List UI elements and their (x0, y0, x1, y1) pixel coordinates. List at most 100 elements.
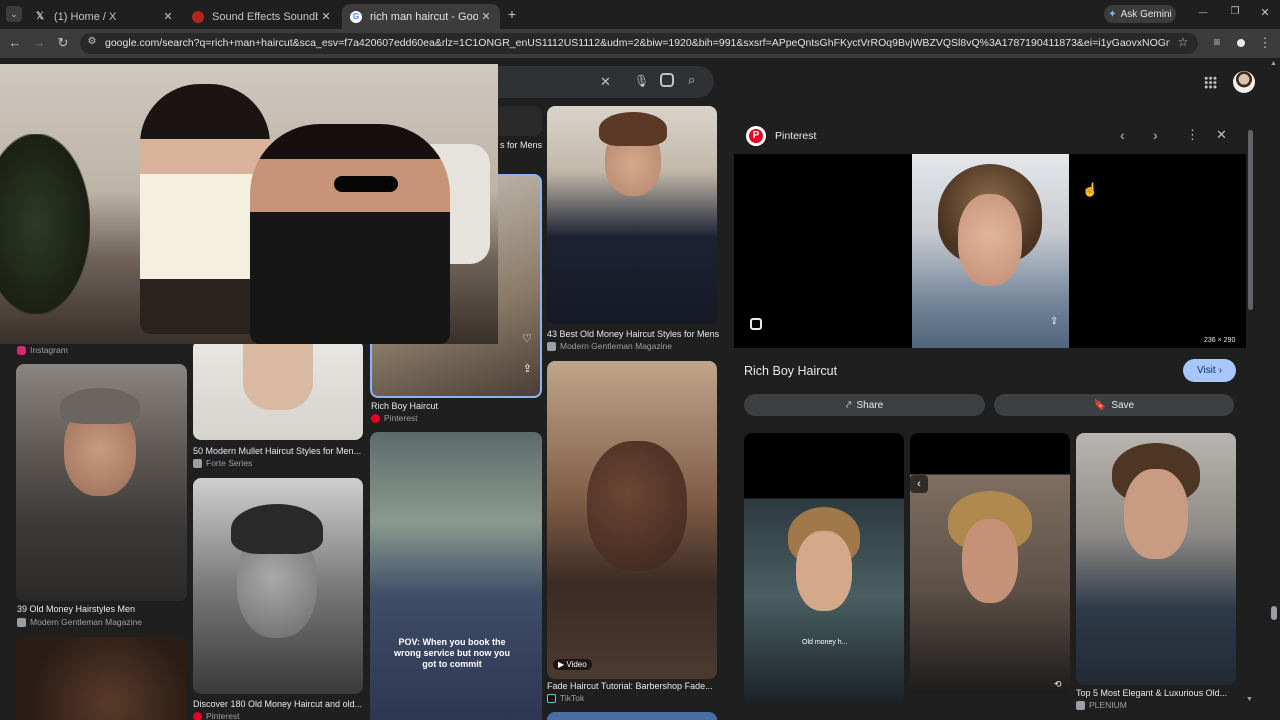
source-label: Modern Gentleman Magazine (560, 341, 672, 351)
result-source[interactable]: Modern Gentleman Magazine (547, 341, 672, 351)
result-caption[interactable]: 50 Modern Mullet Haircut Styles for Men.… (193, 446, 363, 456)
account-avatar[interactable] (1233, 71, 1255, 93)
save-label: Save (1111, 399, 1135, 411)
portrait-neck (243, 340, 313, 410)
instagram-icon (17, 345, 26, 355)
tiktok-icon (547, 693, 556, 703)
next-image-icon[interactable]: › (1153, 127, 1158, 143)
bookmark-star-icon[interactable]: ☆ (1176, 35, 1190, 49)
result-image-old-money-mens[interactable] (547, 106, 717, 324)
tab-close-icon[interactable]: ✕ (160, 10, 176, 23)
source-label: Pinterest (384, 413, 418, 423)
pinterest-icon (371, 413, 380, 423)
plenium-icon (1076, 700, 1085, 710)
result-image-curly-hair[interactable] (16, 637, 187, 720)
profile-avatar[interactable] (1234, 36, 1248, 50)
portrait-hair (60, 388, 140, 424)
result-partial-caption[interactable]: s for Mens (500, 140, 542, 150)
chevron-right-icon: › (1218, 365, 1223, 376)
mouse-cursor-icon: ☝ (1082, 182, 1099, 197)
result-source[interactable]: Instagram (17, 345, 68, 355)
site-info-icon[interactable]: ⚙ (86, 36, 98, 47)
result-image-bw-crop[interactable] (193, 478, 363, 694)
panel-scrollbar-thumb[interactable] (1248, 130, 1253, 310)
tab-search-button[interactable]: ⌄ (6, 6, 22, 22)
save-pin-icon[interactable]: ♡ (522, 332, 532, 345)
forward-icon[interactable]: → (32, 35, 46, 50)
related-source[interactable]: PLENIUM (1076, 700, 1127, 710)
restore-button[interactable]: ❐ (1224, 6, 1246, 17)
url-text[interactable]: google.com/search?q=rich+man+haircut&sca… (105, 37, 1170, 49)
share-button[interactable]: ⤤ Share (744, 394, 985, 416)
more-options-icon[interactable]: ⋮ (1186, 127, 1199, 143)
tab-soundboard[interactable]: Sound Effects Soundboard - Ca ✕ (184, 4, 340, 29)
voice-search-icon[interactable]: 🎙 (634, 74, 649, 88)
video-badge-label: Video (566, 660, 587, 669)
more-menu-icon[interactable]: ⋮ (1258, 35, 1272, 51)
preview-image[interactable]: ⇪ (912, 154, 1069, 348)
back-icon[interactable]: ← (8, 35, 22, 50)
webcam-sunglasses (334, 176, 398, 192)
result-image-mullet[interactable] (193, 340, 363, 440)
result-source[interactable]: Modern Gentleman Magazine (17, 617, 142, 627)
reading-list-icon[interactable]: ≡ (1210, 35, 1224, 49)
share-icon[interactable]: ⇪ (523, 362, 532, 375)
panel-source-label[interactable]: Pinterest (775, 130, 816, 142)
related-image-2[interactable]: ‹ ⟲ (910, 433, 1070, 693)
google-icon: G (350, 10, 362, 23)
result-caption[interactable]: Rich Boy Haircut (371, 401, 438, 411)
carousel-prev-icon[interactable]: ‹ (910, 475, 928, 493)
magazine-icon (547, 341, 556, 351)
preview-title[interactable]: Rich Boy Haircut (744, 364, 837, 378)
portrait-face (962, 519, 1018, 603)
source-label: PLENIUM (1089, 700, 1127, 710)
result-image-old-money-hairstyles[interactable] (16, 364, 187, 601)
portrait-face (1124, 469, 1188, 559)
tab-google-search[interactable]: G rich man haircut - Google Sear ✕ (342, 4, 500, 29)
result-source[interactable]: Forte Series (193, 458, 252, 468)
related-caption[interactable]: Top 5 Most Elegant & Luxurious Old... (1076, 688, 1236, 698)
ask-gemini-label: Ask Gemini (1120, 8, 1172, 20)
panel-scroll-down-icon[interactable]: ▼ (1246, 696, 1253, 703)
lens-icon[interactable] (750, 318, 762, 330)
share-icon: ⤤ (845, 399, 852, 411)
related-image-3[interactable] (1076, 433, 1236, 685)
visit-button[interactable]: Visit › (1183, 359, 1236, 382)
pinterest-icon (193, 711, 202, 720)
gemini-spark-icon: ✦ (1108, 8, 1117, 20)
result-caption[interactable]: 39 Old Money Hairstyles Men (17, 604, 135, 614)
ask-gemini-button[interactable]: ✦ Ask Gemini (1104, 5, 1176, 23)
result-source[interactable]: Pinterest (371, 413, 418, 423)
page-scrollbar-thumb[interactable] (1271, 606, 1277, 620)
clear-search-icon[interactable]: ✕ (600, 74, 611, 90)
search-icon[interactable]: ⌕ (688, 72, 695, 88)
share-icon[interactable]: ⇪ (1050, 316, 1058, 327)
related-image-1[interactable]: Old money h... (744, 433, 904, 705)
page-scroll-up-icon[interactable]: ▲ (1270, 60, 1277, 67)
result-caption[interactable]: Discover 180 Old Money Haircut and old..… (193, 699, 363, 709)
visit-label: Visit (1196, 365, 1216, 376)
result-image-fade-tutorial[interactable]: ▶ Video (547, 361, 717, 679)
new-tab-button[interactable]: + (504, 6, 520, 22)
save-button[interactable]: 🔖 Save (994, 394, 1234, 416)
result-caption[interactable]: 43 Best Old Money Haircut Styles for Men… (547, 329, 719, 339)
result-source[interactable]: TikTok (547, 693, 584, 703)
apps-grid-icon[interactable] (1204, 76, 1217, 89)
lens-icon[interactable]: ⟲ (1054, 679, 1062, 690)
result-source[interactable]: Pinterest (193, 711, 240, 720)
soundboard-icon (192, 10, 204, 23)
tab-close-icon[interactable]: ✕ (478, 10, 494, 23)
close-window-button[interactable]: ✕ (1254, 6, 1276, 19)
minimize-button[interactable]: — (1192, 7, 1214, 17)
result-image-col4-next[interactable] (547, 712, 717, 720)
close-panel-icon[interactable]: ✕ (1216, 127, 1227, 143)
lens-search-icon[interactable] (660, 73, 674, 87)
tab-close-icon[interactable]: ✕ (318, 10, 334, 23)
result-caption[interactable]: Fade Haircut Tutorial: Barbershop Fade..… (547, 681, 713, 691)
result-image-barbershop[interactable]: POV: When you book the wrong service but… (370, 432, 542, 720)
tab-x-home[interactable]: 𝕏 (1) Home / X ✕ (26, 4, 182, 29)
previous-image-icon[interactable]: ‹ (1120, 127, 1125, 143)
tiktok-overlay-text: POV: When you book the wrong service but… (393, 637, 510, 669)
reload-icon[interactable]: ↻ (56, 35, 70, 51)
magazine-icon (17, 617, 26, 627)
